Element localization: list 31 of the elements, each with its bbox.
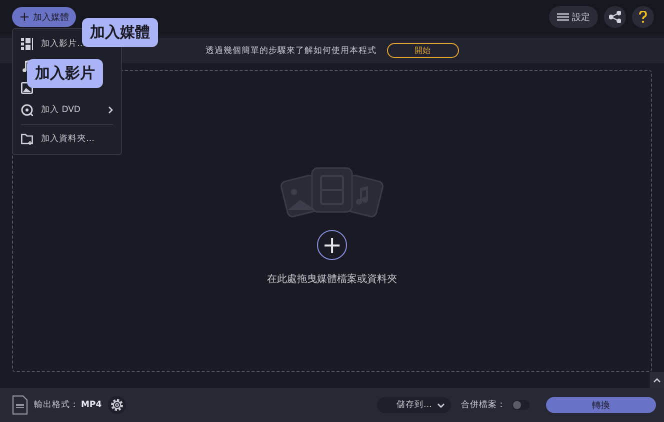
menu-item[interactable]: 加入資料夾… xyxy=(41,133,94,145)
save-to-dropdown[interactable]: 儲存到… xyxy=(377,397,451,413)
help-button[interactable] xyxy=(632,6,654,28)
file-icon xyxy=(12,395,28,415)
scroll-up-button[interactable] xyxy=(650,372,664,388)
format-settings-button[interactable] xyxy=(108,396,126,414)
question-icon xyxy=(639,11,647,23)
add-media-button[interactable]: + 加入媒體 xyxy=(12,7,76,27)
share-button[interactable] xyxy=(604,6,626,28)
disc-icon xyxy=(21,104,33,116)
drop-hint: 在此處拖曳媒體檔案或資料夾 xyxy=(267,272,397,286)
share-icon xyxy=(609,11,621,23)
banner-text: 透過幾個簡單的步驟來了解如何使用本程式 xyxy=(206,44,376,56)
convert-button[interactable]: 轉換 xyxy=(546,397,656,413)
folder-plus-icon xyxy=(21,133,33,145)
settings-button[interactable]: 設定 xyxy=(549,6,598,28)
format-label: 輸出格式： xyxy=(34,399,79,411)
tooltip: 加入媒體 xyxy=(82,18,158,47)
film-grid-icon xyxy=(21,38,33,50)
gear-icon xyxy=(110,398,124,412)
add-button[interactable]: + xyxy=(317,230,347,260)
media-cards-icon xyxy=(280,166,384,220)
chevron-down-icon xyxy=(437,402,445,408)
format-value[interactable]: MP4 xyxy=(81,400,102,410)
chevron-up-icon xyxy=(653,378,661,382)
merge-toggle[interactable] xyxy=(512,400,530,410)
tooltip: 加入影片 xyxy=(27,59,103,88)
menu-item[interactable]: 加入 DVD xyxy=(41,104,80,116)
sliders-icon xyxy=(557,12,569,22)
merge-label: 合併檔案： xyxy=(461,399,506,411)
start-button[interactable]: 開始 xyxy=(386,43,458,58)
